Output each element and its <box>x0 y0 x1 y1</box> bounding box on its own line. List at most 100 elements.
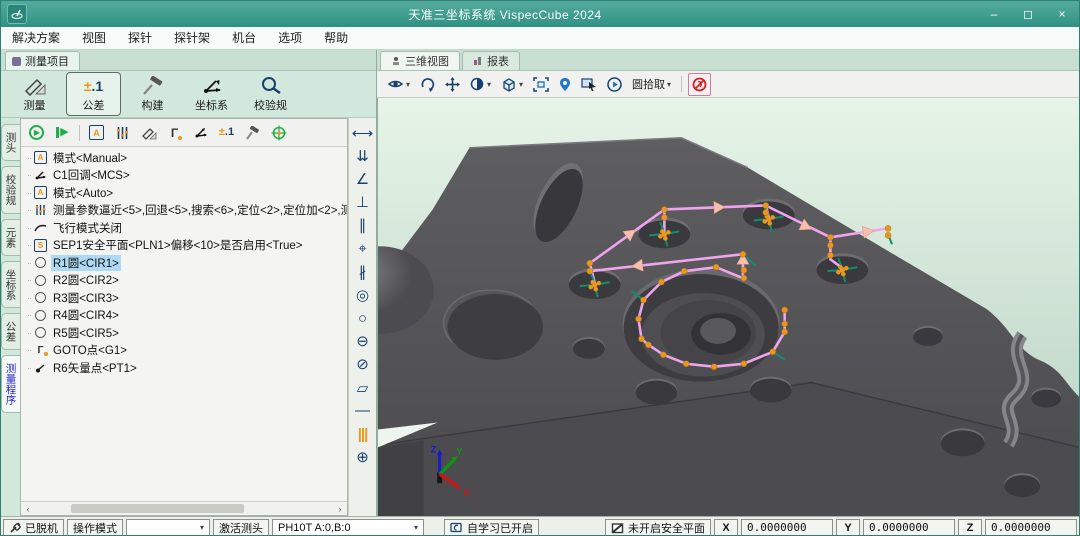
visibility-button[interactable]: ▾ <box>383 73 414 96</box>
zoom-fit-button[interactable] <box>529 73 553 96</box>
step-icon: ▶ <box>56 127 68 138</box>
scroll-right-arrow[interactable]: › <box>333 504 347 514</box>
side-tab-tolerance[interactable]: 公差 <box>1 313 20 350</box>
tree-row[interactable]: ··R4圆<CIR4> <box>21 307 347 325</box>
tolerance-button[interactable]: ±.1 <box>215 121 238 144</box>
select-button[interactable] <box>577 73 601 96</box>
tab-measurement-project[interactable]: 测量项目 <box>5 51 80 70</box>
locate-button[interactable] <box>555 73 575 96</box>
tree-row[interactable]: ··A模式<Auto> <box>21 184 347 202</box>
goto-button[interactable]: Γ <box>163 121 186 144</box>
construct-button[interactable] <box>241 121 264 144</box>
measurement-project-panel: 测量项目 测量 ±.1 公差 <box>1 50 377 516</box>
side-tab-gauge[interactable]: 校验规 <box>1 166 20 214</box>
tree-row[interactable]: ··R2圆<CIR2> <box>21 272 347 290</box>
tree-row[interactable]: ··ΓGOTO点<G1> <box>21 342 347 360</box>
orbit-icon <box>420 77 435 92</box>
close-button[interactable]: × <box>1045 3 1079 25</box>
gdt-perpendicularity-icon[interactable]: ⊥ <box>349 191 376 214</box>
menu-view[interactable]: 视图 <box>71 27 117 49</box>
view-toolbar: ▾ ▾ ▾ <box>377 71 1079 98</box>
step-run-button[interactable]: ▶ <box>51 121 74 144</box>
gdt-position-icon[interactable]: ⌖ <box>349 237 376 260</box>
target-button[interactable] <box>267 121 290 144</box>
gdt-angle-vectors-icon[interactable]: ⇊ <box>349 144 376 167</box>
tree-row[interactable]: ··R5圆<CIR5> <box>21 324 347 342</box>
gdt-parallelism-icon[interactable]: ∥ <box>349 214 376 237</box>
coordsys-button[interactable] <box>189 121 212 144</box>
tree-row[interactable]: ··A模式<Manual> <box>21 149 347 167</box>
tree-row[interactable]: ··飞行模式关闭 <box>21 219 347 237</box>
scroll-left-arrow[interactable]: ‹ <box>21 504 35 514</box>
gdt-flatness-icon[interactable]: ▱ <box>349 376 376 399</box>
side-tab-program[interactable]: 测量程序 <box>1 355 20 413</box>
view-cube-button[interactable]: ▾ <box>497 73 527 96</box>
ribbon-verify-button[interactable]: 校验规 <box>243 72 298 116</box>
callback-icon <box>33 169 48 181</box>
tab-3d-view[interactable]: 三维视图 <box>380 51 460 70</box>
render-style-button[interactable]: ▾ <box>466 73 495 96</box>
ribbon-toolbar: 测量 ±.1 公差 构建 坐标系 <box>1 71 376 118</box>
tree-row[interactable]: ··SSEP1安全平面<PLN1>偏移<10>是否启用<True> <box>21 237 347 255</box>
side-tab-coordsys[interactable]: 坐标系 <box>1 261 20 309</box>
pan-button[interactable] <box>441 73 464 96</box>
tab-report[interactable]: 报表 <box>462 51 520 70</box>
menu-solution[interactable]: 解决方案 <box>1 27 71 49</box>
menu-probe[interactable]: 探针 <box>117 27 163 49</box>
active-probe-label: 激活测头 <box>213 519 269 536</box>
mode-button[interactable]: A <box>85 121 108 144</box>
3d-viewport[interactable]: Z Y X <box>377 98 1079 516</box>
gdt-runout-icon[interactable]: ⊘ <box>349 353 376 376</box>
gdt-straightness-icon[interactable]: — <box>349 399 376 422</box>
ribbon-tolerance-button[interactable]: ±.1 公差 <box>66 72 121 116</box>
self-learning-status: 自学习已开启 <box>444 519 539 536</box>
active-probe-dropdown[interactable]: PH10T A:0,B:0 ▾ <box>272 519 424 536</box>
play-circle-icon <box>607 77 622 92</box>
menu-help[interactable]: 帮助 <box>313 27 359 49</box>
side-tab-probe[interactable]: 测头 <box>1 124 20 161</box>
tree-row[interactable]: ··R3圆<CIR3> <box>21 289 347 307</box>
menu-probe-rack[interactable]: 探针架 <box>163 27 221 49</box>
parameters-button[interactable] <box>111 121 134 144</box>
zoom-fit-icon <box>533 77 549 92</box>
measure-button[interactable] <box>137 121 160 144</box>
scrollbar-track[interactable] <box>35 503 333 514</box>
gdt-concentricity-icon[interactable]: ◎ <box>349 283 376 306</box>
restore-button[interactable]: ◻ <box>1011 3 1045 25</box>
z-axis-label: Z <box>958 519 982 536</box>
params-icon <box>33 204 48 216</box>
project-icon <box>12 57 21 66</box>
gdt-distance-icon[interactable]: ⟷ <box>349 121 376 144</box>
chevron-down-icon: ▾ <box>487 80 491 89</box>
y-axis-label: Y <box>836 519 860 536</box>
gdt-coaxiality-icon[interactable]: ⊕ <box>349 446 376 469</box>
circle-pick-button[interactable]: 圆拾取 ▾ <box>628 73 675 96</box>
probe-disable-button[interactable] <box>688 73 711 96</box>
op-mode-dropdown[interactable]: ▾ <box>126 519 210 536</box>
gdt-angularity-icon[interactable]: ∦ <box>349 260 376 283</box>
gdt-symmetry-icon[interactable]: ⊖ <box>349 330 376 353</box>
orbit-button[interactable] <box>416 73 439 96</box>
scrollbar-thumb[interactable] <box>71 504 244 513</box>
ribbon-construct-button[interactable]: 构建 <box>125 72 180 116</box>
gdt-angle-icon[interactable]: ∠ <box>349 167 376 190</box>
tree-row[interactable]: ··测量参数逼近<5>,回退<5>,搜索<6>,定位<2>,定位加<2>,测量 <box>21 202 347 220</box>
menu-machine[interactable]: 机台 <box>221 27 267 49</box>
ribbon-measure-button[interactable]: 测量 <box>7 72 62 116</box>
circle-feature-icon <box>33 257 48 268</box>
tree-row[interactable]: ··R6矢量点<PT1> <box>21 359 347 377</box>
side-tab-elements[interactable]: 元素 <box>1 219 20 256</box>
ribbon-coordsys-button[interactable]: 坐标系 <box>184 72 239 116</box>
select-arrow-icon <box>581 77 597 91</box>
program-tree: ··A模式<Manual> ··C1回调<MCS> ··A模式<Auto> ··… <box>21 147 347 501</box>
tree-row[interactable]: ··C1回调<MCS> <box>21 167 347 185</box>
run-view-button[interactable] <box>603 73 626 96</box>
gdt-line-profile-icon[interactable]: ||| <box>349 422 376 445</box>
mode-icon: A <box>33 186 48 199</box>
goto-corner-icon: Γ <box>171 126 178 140</box>
minimize-button[interactable]: – <box>977 3 1011 25</box>
gdt-circularity-icon[interactable]: ○ <box>349 307 376 330</box>
run-button[interactable]: ▶ <box>25 121 48 144</box>
menu-options[interactable]: 选项 <box>267 27 313 49</box>
tree-row-selected[interactable]: ··R1圆<CIR1> <box>21 254 347 272</box>
